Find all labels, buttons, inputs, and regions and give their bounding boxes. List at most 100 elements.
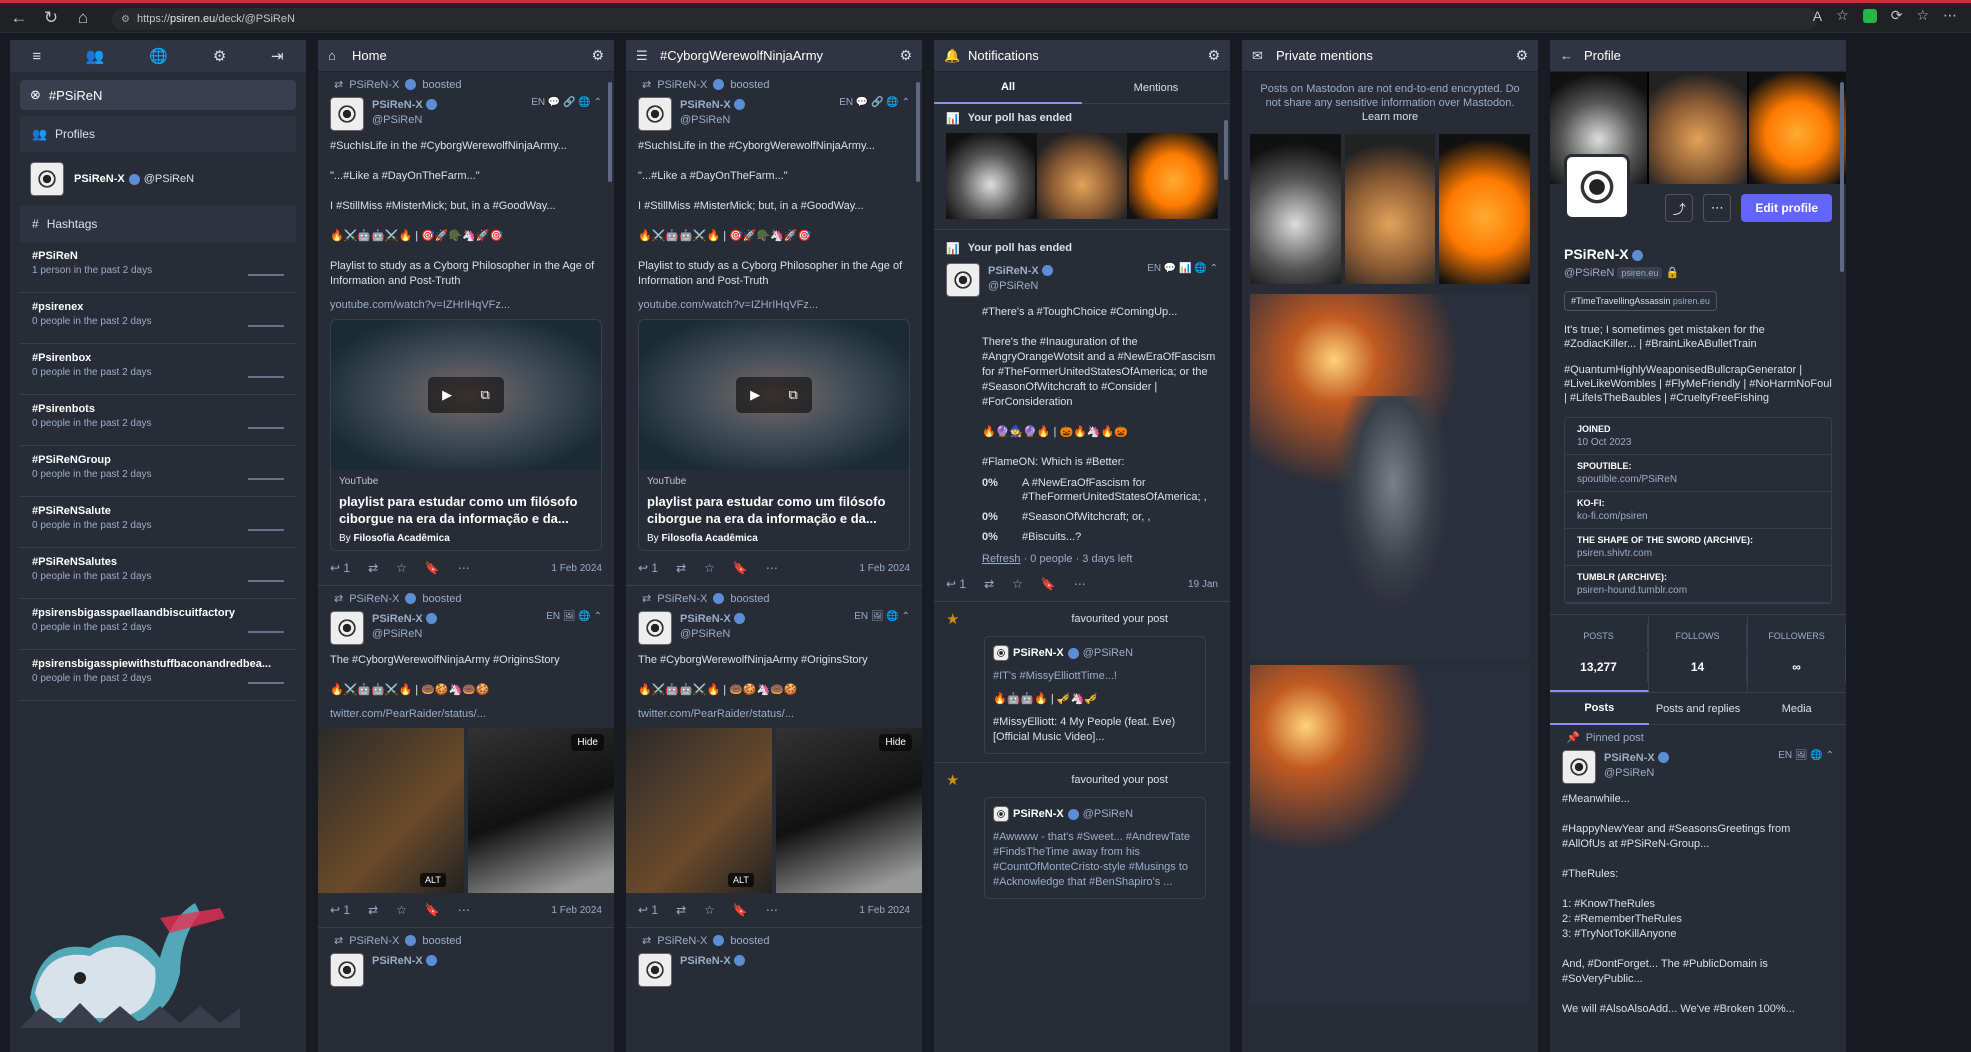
external-link-icon[interactable]: ⧉ [789, 387, 798, 403]
video-thumbnail[interactable]: ▶ ⧉ [639, 320, 909, 470]
close-icon[interactable]: ⊗ [30, 87, 41, 103]
tab-all[interactable]: All [934, 72, 1082, 104]
hashtag-item[interactable]: #PSiReNGroup 0 people in the past 2 days [20, 446, 296, 497]
back-icon[interactable]: ← [6, 5, 32, 31]
home-icon[interactable]: ⌂ [70, 5, 96, 31]
more-icon[interactable]: ⋯ [1703, 194, 1732, 222]
tab-media[interactable]: Media [1747, 703, 1846, 715]
alt-badge[interactable]: ALT [728, 873, 754, 887]
extension-icon[interactable] [1862, 8, 1877, 23]
booster-name[interactable]: PSiReN-X [657, 79, 707, 91]
address-bar[interactable]: ⚙ https://psiren.eu/deck/@PSiReN [112, 8, 1817, 30]
link-card[interactable]: ▶ ⧉ YouTube playlist para estudar como um … [638, 319, 910, 551]
quoted-post[interactable]: PSiReN-X @PSiReN #IT's #MissyElliottTime… [984, 636, 1206, 754]
pinned-post[interactable]: 📌 Pinned post PSiReN-X @PSiReN EN 🖼 🌐 ⌃ #M… [1550, 725, 1846, 1017]
post-link[interactable]: youtube.com/watch?v=IZHrIHqVFz... [330, 299, 602, 311]
bookmark-button[interactable]: 🔖 [1041, 577, 1056, 591]
alt-badge[interactable]: ALT [420, 873, 446, 887]
media-image[interactable]: Hide ALT [728, 728, 922, 893]
scrollbar[interactable] [608, 82, 612, 182]
column-settings-icon[interactable]: ⚙ [591, 47, 604, 64]
hashtag-item[interactable]: #psirensbigasspaellaandbiscuitfactory 0 p… [20, 599, 296, 650]
boost-button[interactable]: ⇄ [368, 903, 378, 917]
media-image[interactable] [318, 728, 464, 893]
post-link[interactable]: youtube.com/watch?v=IZHrIHqVFz... [638, 299, 910, 311]
more-button[interactable]: ⋯ [766, 561, 778, 575]
play-icon[interactable]: ▶ [750, 387, 760, 403]
booster-name[interactable]: PSiReN-X [349, 935, 399, 947]
avatar[interactable] [1562, 750, 1596, 784]
site-info-icon[interactable]: ⚙ [121, 14, 137, 25]
boost-button[interactable]: ⇄ [368, 561, 378, 575]
more-button[interactable]: ⋯ [766, 903, 778, 917]
shiba-image[interactable] [1344, 134, 1436, 284]
field-value[interactable]: psiren-hound.tumblr.com [1577, 585, 1819, 596]
hashtag-item[interactable]: #psirensbigasspiewithstuffbaconandredbea… [20, 650, 296, 701]
hide-media-button[interactable]: Hide [571, 734, 604, 751]
boost-button[interactable]: ⇄ [676, 903, 686, 917]
author-name[interactable]: PSiReN-X [680, 611, 746, 625]
boost-button[interactable]: ⇄ [984, 577, 994, 591]
tab-mentions[interactable]: Mentions [1082, 82, 1230, 94]
avatar[interactable] [330, 953, 364, 987]
hashtag-item[interactable]: #Psirenbots 0 people in the past 2 days [20, 395, 296, 446]
favourite-button[interactable]: ☆ [704, 561, 715, 575]
field-value[interactable]: spoutible.com/PSiReN [1577, 474, 1819, 485]
favourite-button[interactable]: ☆ [1012, 577, 1023, 591]
field-value[interactable]: 10 Oct 2023 [1577, 437, 1819, 448]
booster-name[interactable]: PSiReN-X [349, 79, 399, 91]
post-link[interactable]: twitter.com/PearRaider/status/... [330, 708, 602, 720]
video-controls[interactable]: ▶ ⧉ [736, 377, 812, 413]
bookmark-button[interactable]: 🔖 [733, 903, 748, 917]
reply-button[interactable]: ↩ 1 [330, 903, 350, 917]
hashtag-item[interactable]: #PSiReN 1 person in the past 2 days [20, 242, 296, 293]
learn-more-link[interactable]: Learn more [1362, 111, 1418, 123]
reply-button[interactable]: ↩ 1 [638, 561, 658, 575]
bookmark-button[interactable]: 🔖 [425, 903, 440, 917]
hashtag-item[interactable]: #PSiReNSalute 0 people in the past 2 days [20, 497, 296, 548]
video-controls[interactable]: ▶ ⧉ [428, 377, 504, 413]
card-title[interactable]: playlist para estudar como um filósofo c… [647, 493, 901, 527]
author-name[interactable]: PSiReN-X [372, 97, 438, 111]
favorite-star-icon[interactable]: ☆ [1836, 7, 1849, 24]
external-link-icon[interactable]: ⧉ [481, 387, 490, 403]
profile-avatar[interactable] [1564, 154, 1630, 220]
favourite-notification[interactable]: ★ favourited your post PSiReN-X @PSiReN #… [934, 763, 1230, 907]
post-link[interactable]: twitter.com/PearRaider/status/... [638, 708, 910, 720]
favourite-button[interactable]: ☆ [396, 903, 407, 917]
reload-icon[interactable]: ↻ [38, 5, 64, 31]
status-post[interactable]: ⇄ PSiReN-X boosted PSiReN-X [318, 928, 614, 987]
status-post[interactable]: ⇄ PSiReN-X boosted PSiReN-X [626, 928, 922, 987]
hashtag-item[interactable]: #psirenex 0 people in the past 2 days [20, 293, 296, 344]
media-image[interactable]: Hide ALT [420, 728, 614, 893]
warrior-fireworks-image[interactable] [1250, 665, 1530, 1005]
hashtag-item[interactable]: #PSiReNSalutes 0 people in the past 2 day… [20, 548, 296, 599]
avatar[interactable] [638, 611, 672, 645]
banner-preview[interactable] [946, 133, 1218, 219]
post-date[interactable]: 1 Feb 2024 [859, 905, 910, 916]
profile-item[interactable]: PSiReN-X @PSiReN [10, 152, 306, 206]
status-post[interactable]: ⇄ PSiReN-X boosted PSiReN-X @PSiReN EN 🖼 🌐 … [626, 586, 922, 928]
post-date[interactable]: 1 Feb 2024 [859, 563, 910, 574]
favourite-button[interactable]: ☆ [396, 561, 407, 575]
author-name[interactable]: PSiReN-X [680, 953, 746, 967]
hide-media-button[interactable]: Hide [879, 734, 912, 751]
reply-button[interactable]: ↩ 1 [638, 903, 658, 917]
field-value[interactable]: ko-fi.com/psiren [1577, 511, 1819, 522]
video-thumbnail[interactable]: ▶ ⧉ [331, 320, 601, 470]
scrollbar[interactable] [916, 82, 920, 182]
booster-name[interactable]: PSiReN-X [657, 935, 707, 947]
wolf-image[interactable] [1250, 134, 1341, 284]
bookmark-button[interactable]: 🔖 [733, 561, 748, 575]
column-settings-icon[interactable]: ⚙ [1207, 47, 1220, 64]
reply-button[interactable]: ↩ 1 [330, 561, 350, 575]
read-aloud-icon[interactable]: A [1813, 8, 1822, 24]
back-arrow-icon[interactable]: ← [1560, 48, 1576, 63]
posts-count[interactable]: POSTS 13,277 [1550, 615, 1649, 692]
quoted-post[interactable]: PSiReN-X @PSiReN #Awwww - that's #Sweet.… [984, 797, 1206, 899]
reply-button[interactable]: ↩ 1 [946, 577, 966, 591]
boost-button[interactable]: ⇄ [676, 561, 686, 575]
tab-posts-and-replies[interactable]: Posts and replies [1649, 703, 1748, 715]
link-card[interactable]: ▶ ⧉ YouTube playlist para estudar como um … [330, 319, 602, 551]
status-post[interactable]: ⇄ PSiReN-X boosted PSiReN-X @PSiReN EN 💬 🔗 … [318, 72, 614, 586]
